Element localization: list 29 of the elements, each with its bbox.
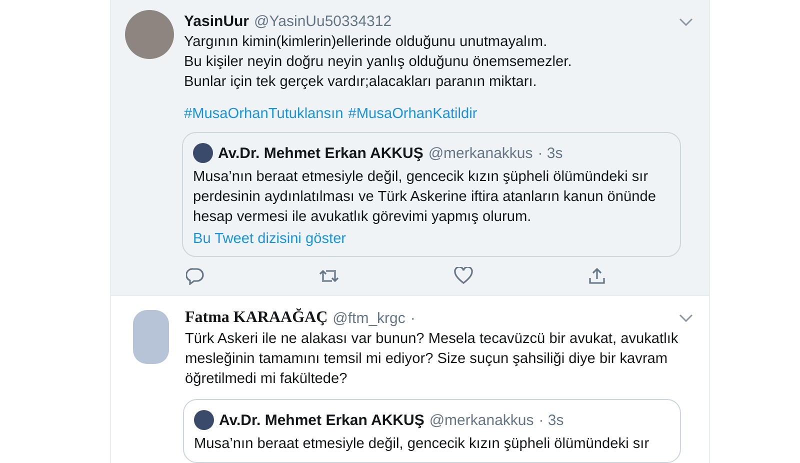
user-handle[interactable]: @YasinUu50334312 [254,13,392,30]
user-name[interactable]: YasinUur [184,13,250,30]
user-name[interactable]: Av.Dr. Mehmet Erkan AKKUŞ [219,412,424,428]
chevron-down-icon[interactable] [679,18,693,26]
retweet-icon[interactable] [319,267,339,285]
quoted-tweet-text: Musa’nın beraat etmesiyle değil, gencecik kızın şüpheli ölümündeki sır perdesinin aydınlatılması ve Türk Askerine iftira atanların kanun önünde hesap vermesi ile avukatlık görevimi yapmış olurum. [193,168,657,227]
avatar-photo-placeholder [193,143,213,163]
user-handle[interactable]: @ftm_krgc [332,310,406,326]
quoted-tweet-card[interactable]: Av.Dr. Mehmet Erkan AKKUŞ @merkanakkus · 3s Musa’nın beraat etmesiyle değil, gencecik kızın şüpheli ölümündeki sır [183,399,681,463]
tweet-time: · 3s [538,144,563,162]
show-thread-link[interactable]: Bu Tweet dizisini göster [193,231,346,247]
quoted-tweet-card[interactable] [182,132,681,257]
user-handle[interactable]: @merkanakkus [429,412,534,428]
user-name[interactable]: Fatma KARAAĞAÇ [185,309,328,327]
reply-icon[interactable] [186,267,204,285]
avatar-photo-placeholder [194,410,214,430]
hashtag-link[interactable]: #MusaOrhanKatildir [348,106,478,122]
hashtag-link[interactable]: #MusaOrhanTutuklansın [184,106,344,122]
heart-icon[interactable] [454,267,473,284]
user-handle[interactable]: @merkanakkus [428,144,533,162]
tweet-time: · 3s [538,412,564,428]
share-icon[interactable] [588,267,606,285]
tweet-text: Yargının kimin(kimlerin)ellerinde olduğunu unutmayalım. Bu kişiler neyin doğru neyin yanlış olduğunu önemsemezler. Bunlar için tek gerçek vardır;alacakları paranın miktarı. [184,33,573,92]
chevron-down-icon[interactable] [679,314,693,322]
tweet-time[interactable]: · [410,310,416,326]
tweet-text: Türk Askeri ile ne alakası var bunun? Mesela tecavüzcü bir avukat, avukatlık mesleğinin tamamını temsil mi ediyor? Size suçun şahsiliği diye bir kavram öğretilmedi mi fakültede? [185,330,680,389]
quoted-tweet-text: Musa’nın beraat etmesiyle değil, gencecik kızın şüpheli ölümündeki sır [194,435,650,454]
user-name[interactable]: Av.Dr. Mehmet Erkan AKKUŞ [218,144,424,162]
avatar-photo-placeholder[interactable] [125,10,174,59]
